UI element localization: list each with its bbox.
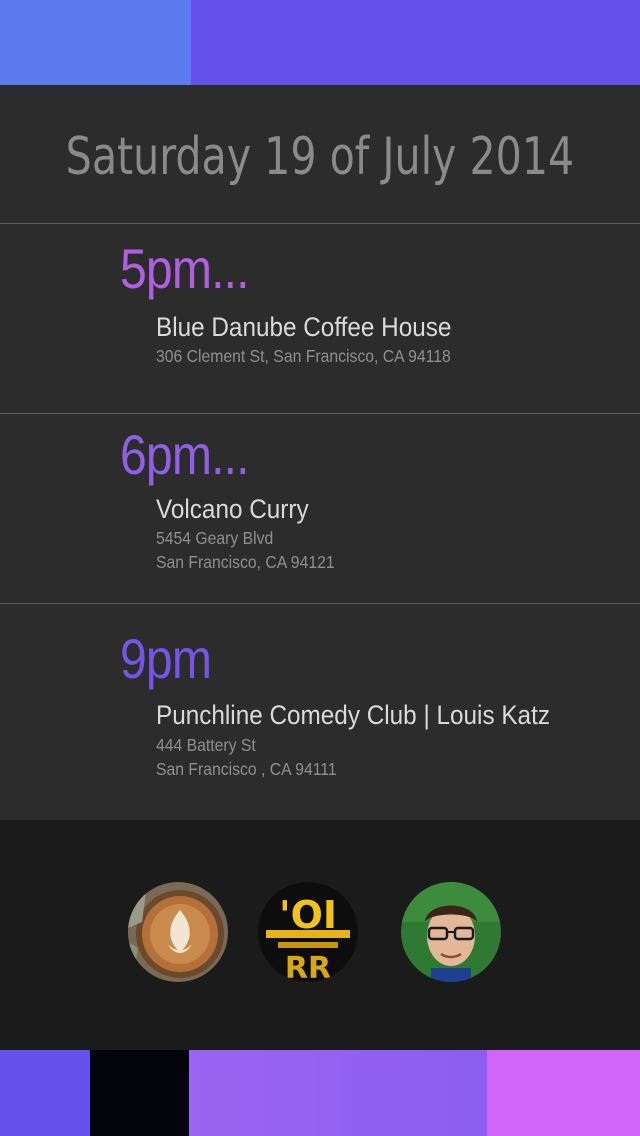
- event-time: 6pm...: [120, 423, 250, 486]
- event-item[interactable]: 6pm... Volcano Curry 5454 Geary Blvd San…: [0, 414, 640, 604]
- top-color-segment: [191, 0, 640, 85]
- date-header: Saturday 19 of July 2014: [0, 85, 640, 224]
- event-venue: Volcano Curry: [156, 494, 309, 524]
- svg-text:RR: RR: [285, 951, 331, 982]
- event-address-city: San Francisco , CA 94111: [156, 759, 337, 779]
- event-time: 5pm...: [120, 237, 250, 300]
- avatar-strip: 'OI RR: [0, 820, 640, 1050]
- top-color-segment: [0, 0, 191, 85]
- bottom-color-segment: [189, 1050, 487, 1136]
- bottom-color-segment: [0, 1050, 90, 1136]
- event-address: 306 Clement St, San Francisco, CA 94118: [156, 346, 451, 366]
- event-address: 5454 Geary Blvd: [156, 528, 274, 548]
- event-address-city: San Francisco, CA 94121: [156, 552, 335, 572]
- event-item[interactable]: 5pm... Blue Danube Coffee House 306 Clem…: [0, 224, 640, 414]
- event-time: 9pm: [120, 627, 212, 690]
- latte-art-photo[interactable]: [128, 882, 228, 982]
- event-item[interactable]: 9pm Punchline Comedy Club | Louis Katz 4…: [0, 604, 640, 820]
- event-address: 444 Battery St: [156, 735, 256, 755]
- page-title: Saturday 19 of July 2014: [65, 127, 575, 187]
- bottom-color-segment: [487, 1050, 640, 1136]
- bottom-color-segment: [90, 1050, 189, 1136]
- event-venue: Blue Danube Coffee House: [156, 312, 452, 342]
- event-venue: Punchline Comedy Club | Louis Katz: [156, 700, 550, 730]
- comedian-portrait-photo[interactable]: [401, 882, 501, 982]
- top-color-bar: [0, 0, 640, 85]
- bottom-color-bar: [0, 1050, 640, 1136]
- volcano-curry-logo-photo[interactable]: 'OI RR: [258, 882, 358, 982]
